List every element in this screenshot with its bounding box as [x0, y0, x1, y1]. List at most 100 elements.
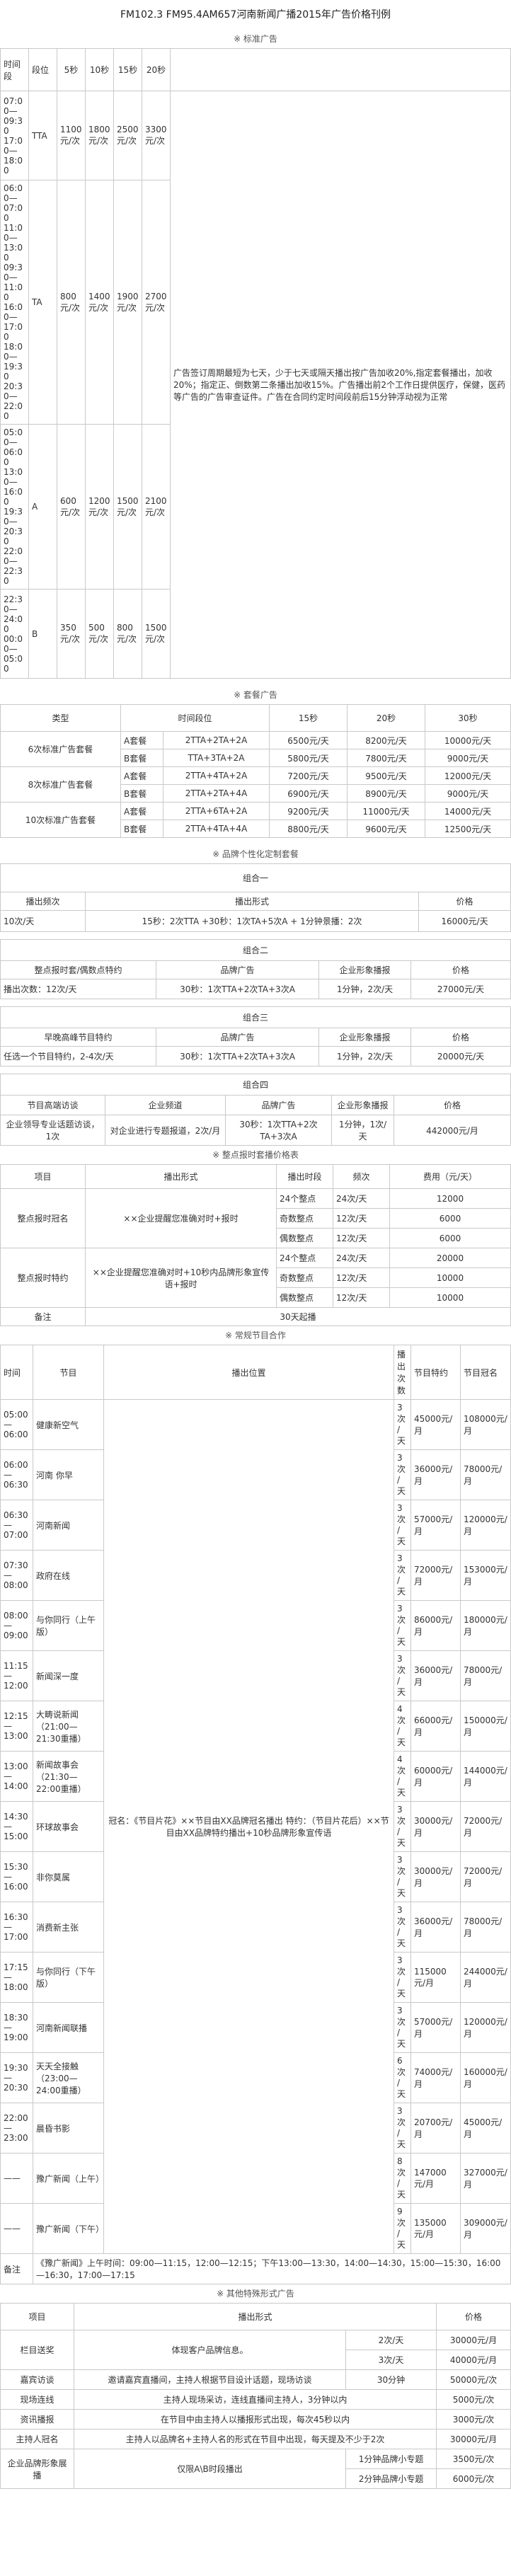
combo2-header: 企业形象播报 [318, 960, 411, 979]
prog-title: 244000元/月 [460, 1952, 511, 2003]
hourly-freq: 12次/天 [333, 1267, 390, 1288]
prog-title: 72000元/月 [460, 1801, 511, 1852]
prog-sp: 20700元/月 [410, 2103, 461, 2154]
hourly-item: 整点报时特约 [0, 1248, 86, 1308]
pkg-price: 6900元/天 [269, 784, 348, 803]
prog-name: 政府在线 [33, 1550, 104, 1601]
pkg-pos: 2TTA+6TA+2A [162, 802, 270, 820]
pkg-set: A套餐 [120, 766, 163, 785]
std-header-blank [170, 48, 511, 91]
combo4-header: 企业频道 [105, 1095, 226, 1115]
hourly-slot: 奇数整点 [276, 1208, 333, 1229]
prog-title: 144000元/月 [460, 1751, 511, 1802]
combo1-header: 播出频次 [0, 892, 86, 911]
other-form: 体现客户品牌信息。 [74, 2330, 346, 2370]
combo2-header: 整点报时套/偶数点特约 [0, 960, 156, 979]
pkg-set: B套餐 [120, 749, 163, 767]
combo2-cell: 30秒：1次TTA+2次TA+3次A [156, 979, 319, 999]
prog-times: 3次/天 [394, 1550, 411, 1601]
prog-title: 150000元/月 [460, 1701, 511, 1752]
std-row-price: 1800元/次 [85, 91, 114, 180]
other-form: 仅限A\B时段播出 [74, 2449, 346, 2489]
std-row-price: 1900元/次 [113, 180, 142, 425]
other-item: 现场连线 [0, 2389, 74, 2410]
prog-name: 豫广新闻（下午） [33, 2203, 104, 2254]
standard-ads-table: 时间段 段位 5秒 10秒 15秒 20秒 07:00—09:30 17:00—… [0, 48, 511, 679]
prog-times: 3次/天 [394, 1500, 411, 1551]
prog-time: 17:15—18:00 [0, 1952, 33, 2003]
std-row-price: 800元/次 [113, 589, 142, 679]
other-price: 3500元/次 [436, 2449, 511, 2469]
prog-times: 3次/天 [394, 1801, 411, 1852]
hourly-item: 整点报时冠名 [0, 1188, 86, 1248]
prog-times: 4次/天 [394, 1701, 411, 1752]
prog-title: 72000元/月 [460, 1851, 511, 1902]
hourly-freq: 24次/天 [333, 1248, 390, 1268]
prog-sp: 115000元/月 [410, 1952, 461, 2003]
hourly-form: ××企业提醒您准确对时+报时 [85, 1188, 277, 1248]
prog-title: 120000元/月 [460, 1500, 511, 1551]
prog-header-title: 节目冠名 [460, 1345, 511, 1400]
std-row-price: 1100元/次 [57, 91, 86, 180]
std-row-seg: B [28, 589, 57, 679]
combo1-cell: 15秒：2次TTA +30秒：1次TA+5次A + 1分钟景播：2次 [85, 910, 419, 932]
prog-sp: 66000元/月 [410, 1701, 461, 1752]
std-row-price: 2100元/次 [142, 424, 171, 590]
combo3-cell: 30秒：1次TTA+2次TA+3次A [156, 1046, 319, 1066]
prog-name: 豫广新闻（上午） [33, 2153, 104, 2204]
prog-name: 新闻故事会（21:30—22:00重播） [33, 1751, 104, 1802]
std-row-price: 2500元/次 [113, 91, 142, 180]
other-form: 在节目中由主持人以播报形式出现，每次45秒以内 [73, 2409, 437, 2430]
prog-time: —— [0, 2153, 33, 2204]
combo3-cell: 任选一个节目特约，2-4次/天 [0, 1046, 156, 1066]
hourly-fee: 10000 [389, 1267, 511, 1288]
hourly-fee: 6000 [389, 1228, 511, 1248]
std-row-time: 06:00—07:00 11:00—13:00 09:30—11:00 16:0… [0, 180, 29, 425]
std-header-5s: 5秒 [57, 48, 86, 91]
other-price: 5000元/次 [436, 2389, 511, 2410]
pkg-type: 10次标准广告套餐 [0, 802, 121, 838]
prog-times: 4次/天 [394, 1751, 411, 1802]
hourly-header: 项目 [0, 1164, 86, 1189]
other-form: 主持人以品牌名+主持人名的形式在节目中出现，每天提及不少于2次 [73, 2429, 437, 2449]
prog-times: 3次/天 [394, 1952, 411, 2003]
combo4-cell: 企业领导专业话题访谈，1次 [0, 1115, 105, 1146]
prog-times: 3次/天 [394, 2002, 411, 2053]
prog-sp: 45000元/月 [410, 1399, 461, 1450]
prog-name: 新闻深一度 [33, 1650, 104, 1701]
pkg-price: 7800元/天 [347, 749, 426, 767]
combo1-header: 价格 [418, 892, 511, 911]
std-row-time: 22:30—24:00 00:00—05:00 [0, 589, 29, 679]
pkg-price: 9200元/天 [269, 802, 348, 820]
prog-name: 河南 你早 [33, 1449, 104, 1500]
std-row-seg: TA [28, 180, 57, 425]
hourly-slot: 偶数整点 [276, 1228, 333, 1248]
prog-time: 13:00—14:00 [0, 1751, 33, 1802]
std-row-price: 600元/次 [57, 424, 86, 590]
std-row-seg: A [28, 424, 57, 590]
section-other-caption: ※ 其他特殊形式广告 [217, 2289, 294, 2299]
prog-sp: 36000元/月 [410, 1902, 461, 1953]
combo4-cell: 30秒：1次TTA+2次TA+3次A [225, 1115, 332, 1146]
prog-title: 309000元/月 [460, 2203, 511, 2254]
other-header: 价格 [436, 2303, 511, 2330]
pkg-price: 9000元/天 [425, 749, 511, 767]
std-row-price: 1200元/次 [85, 424, 114, 590]
std-row-seg: TTA [28, 91, 57, 180]
combo4-header: 价格 [394, 1095, 511, 1115]
other-table: 项目 播出形式 价格 栏目送奖 体现客户品牌信息。 2次/天 30000元/月 … [0, 2303, 511, 2489]
prog-time: 18:30—19:00 [0, 2002, 33, 2053]
prog-header-time: 时间 [0, 1345, 33, 1400]
hourly-slot: 24个整点 [276, 1248, 333, 1268]
hourly-freq: 24次/天 [333, 1188, 390, 1209]
section-standard-caption: ※ 标准广告 [234, 34, 277, 44]
prog-note-label: 备注 [0, 2253, 33, 2284]
std-note: 广告签订周期最短为七天，少于七天或隔天播出按广告加收20%,指定套餐播出，加收2… [170, 91, 511, 679]
pkg-pos: 2TTA+2TA+4A [162, 784, 270, 803]
hourly-fee: 12000 [389, 1188, 511, 1209]
prog-title: 78000元/月 [460, 1650, 511, 1701]
std-header-seg: 段位 [28, 48, 57, 91]
std-row-price: 3300元/次 [142, 91, 171, 180]
prog-title: 153000元/月 [460, 1550, 511, 1601]
hourly-slot: 24个整点 [276, 1188, 333, 1209]
